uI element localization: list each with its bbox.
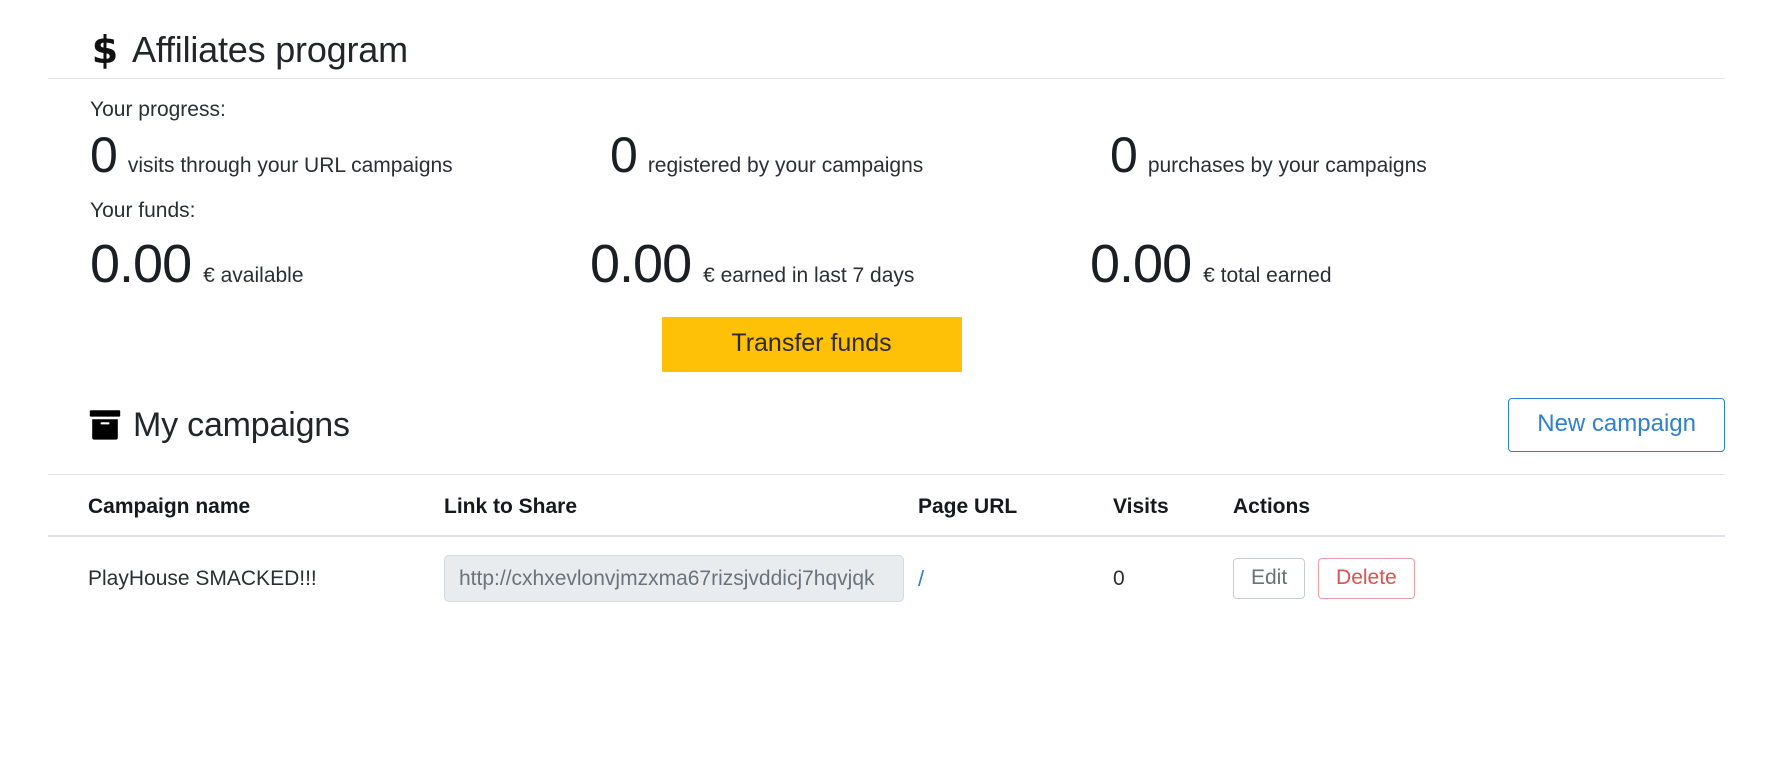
affiliates-section-header: $ Affiliates program: [0, 0, 1773, 78]
campaigns-table: Campaign name Link to Share Page URL Vis…: [48, 495, 1725, 603]
progress-label: Your progress:: [90, 98, 226, 121]
column-header-actions: Actions: [1233, 495, 1725, 538]
transfer-funds-row: Transfer funds: [48, 317, 1725, 373]
table-header-row: Campaign name Link to Share Page URL Vis…: [48, 495, 1725, 538]
stat-purchases-value: 0: [1110, 127, 1138, 184]
stat-purchases: 0 purchases by your campaigns: [1110, 130, 1427, 180]
edit-campaign-button[interactable]: Edit: [1233, 558, 1306, 600]
table-row: PlayHouse SMACKED!!! / 0 Edit Delete: [48, 536, 1725, 603]
cell-link-to-share: [438, 536, 918, 603]
stat-visits-label: visits through your URL campaigns: [127, 154, 453, 178]
archive-icon: [88, 409, 122, 441]
stat-registered-value: 0: [610, 127, 638, 184]
campaigns-title-wrap: My campaigns: [88, 408, 350, 442]
fund-last-7-days-value: 0.00: [590, 234, 692, 295]
stat-registered-label: registered by your campaigns: [647, 154, 924, 178]
cell-campaign-name: PlayHouse SMACKED!!!: [88, 566, 317, 590]
fund-total-earned-value: 0.00: [1090, 234, 1192, 295]
page-url-link[interactable]: /: [918, 566, 924, 591]
cell-actions: Edit Delete: [1233, 536, 1725, 602]
fund-available-value: 0.00: [90, 234, 192, 295]
stat-purchases-label: purchases by your campaigns: [1147, 154, 1427, 178]
campaigns-divider: [48, 474, 1725, 476]
stat-registered: 0 registered by your campaigns: [610, 130, 1110, 180]
share-link-input[interactable]: [444, 555, 904, 603]
cell-visits: 0: [1113, 566, 1125, 590]
fund-last-7-days: 0.00 € earned in last 7 days: [590, 237, 1090, 291]
funds-stats-row: 0.00 € available 0.00 € earned in last 7…: [48, 237, 1725, 291]
stat-visits: 0 visits through your URL campaigns: [90, 130, 610, 180]
fund-total-earned-label: € total earned: [1203, 264, 1332, 288]
cell-page-url: /: [918, 536, 1113, 602]
column-header-visits: Visits: [1113, 495, 1233, 538]
table-body: PlayHouse SMACKED!!! / 0 Edit Delete: [48, 536, 1725, 603]
fund-available-label: € available: [203, 264, 304, 288]
column-header-campaign-name: Campaign name: [48, 495, 438, 538]
stats-section: Your progress: 0 visits through your URL…: [0, 79, 1773, 373]
column-header-page-url: Page URL: [918, 495, 1113, 538]
page-title: Affiliates program: [132, 29, 408, 70]
table-head: Campaign name Link to Share Page URL Vis…: [48, 495, 1725, 538]
campaigns-section-header: My campaigns New campaign: [0, 372, 1773, 453]
affiliates-page: $ Affiliates program Your progress: 0 vi…: [0, 0, 1773, 781]
campaigns-table-wrap: Campaign name Link to Share Page URL Vis…: [0, 495, 1773, 603]
fund-available: 0.00 € available: [90, 237, 590, 291]
transfer-funds-button[interactable]: Transfer funds: [661, 317, 962, 373]
new-campaign-button[interactable]: New campaign: [1508, 398, 1725, 453]
campaigns-title: My campaigns: [133, 406, 350, 445]
progress-stats-row: 0 visits through your URL campaigns 0 re…: [48, 130, 1725, 180]
funds-label: Your funds:: [90, 199, 196, 223]
fund-total-earned: 0.00 € total earned: [1090, 237, 1332, 291]
dollar-icon: $: [91, 28, 119, 72]
delete-campaign-button[interactable]: Delete: [1318, 558, 1415, 600]
fund-last-7-days-label: € earned in last 7 days: [703, 264, 915, 288]
column-header-link-to-share: Link to Share: [438, 495, 918, 538]
stat-visits-value: 0: [90, 127, 118, 184]
